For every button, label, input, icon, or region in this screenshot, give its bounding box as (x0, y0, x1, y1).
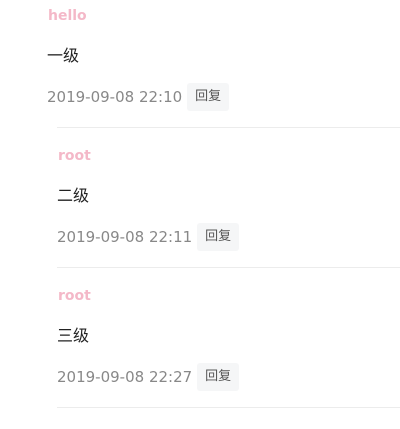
comment-author[interactable]: root (58, 287, 91, 305)
comment-text: 三级 (57, 326, 90, 345)
comment-divider (57, 407, 400, 408)
comment-meta: 2019-09-08 22:11 回复 (57, 222, 240, 252)
reply-button[interactable]: 回复 (187, 83, 230, 111)
comment-meta: 2019-09-08 22:10 回复 (47, 82, 230, 112)
comment-author[interactable]: hello (48, 7, 87, 25)
reply-button[interactable]: 回复 (197, 363, 240, 391)
comment-timestamp: 2019-09-08 22:27 (57, 368, 193, 386)
comment-meta: 2019-09-08 22:27 回复 (57, 362, 240, 392)
reply-button[interactable]: 回复 (197, 223, 240, 251)
comment-text: 一级 (47, 46, 80, 65)
comment-text: 二级 (57, 186, 90, 205)
comment-divider (57, 127, 400, 128)
comment-divider (57, 267, 400, 268)
comment-timestamp: 2019-09-08 22:10 (47, 88, 183, 106)
comment-thread: hello 一级 2019-09-08 22:10 回复 root 二级 201… (0, 0, 400, 429)
comment-timestamp: 2019-09-08 22:11 (57, 228, 193, 246)
comment-author[interactable]: root (58, 147, 91, 165)
